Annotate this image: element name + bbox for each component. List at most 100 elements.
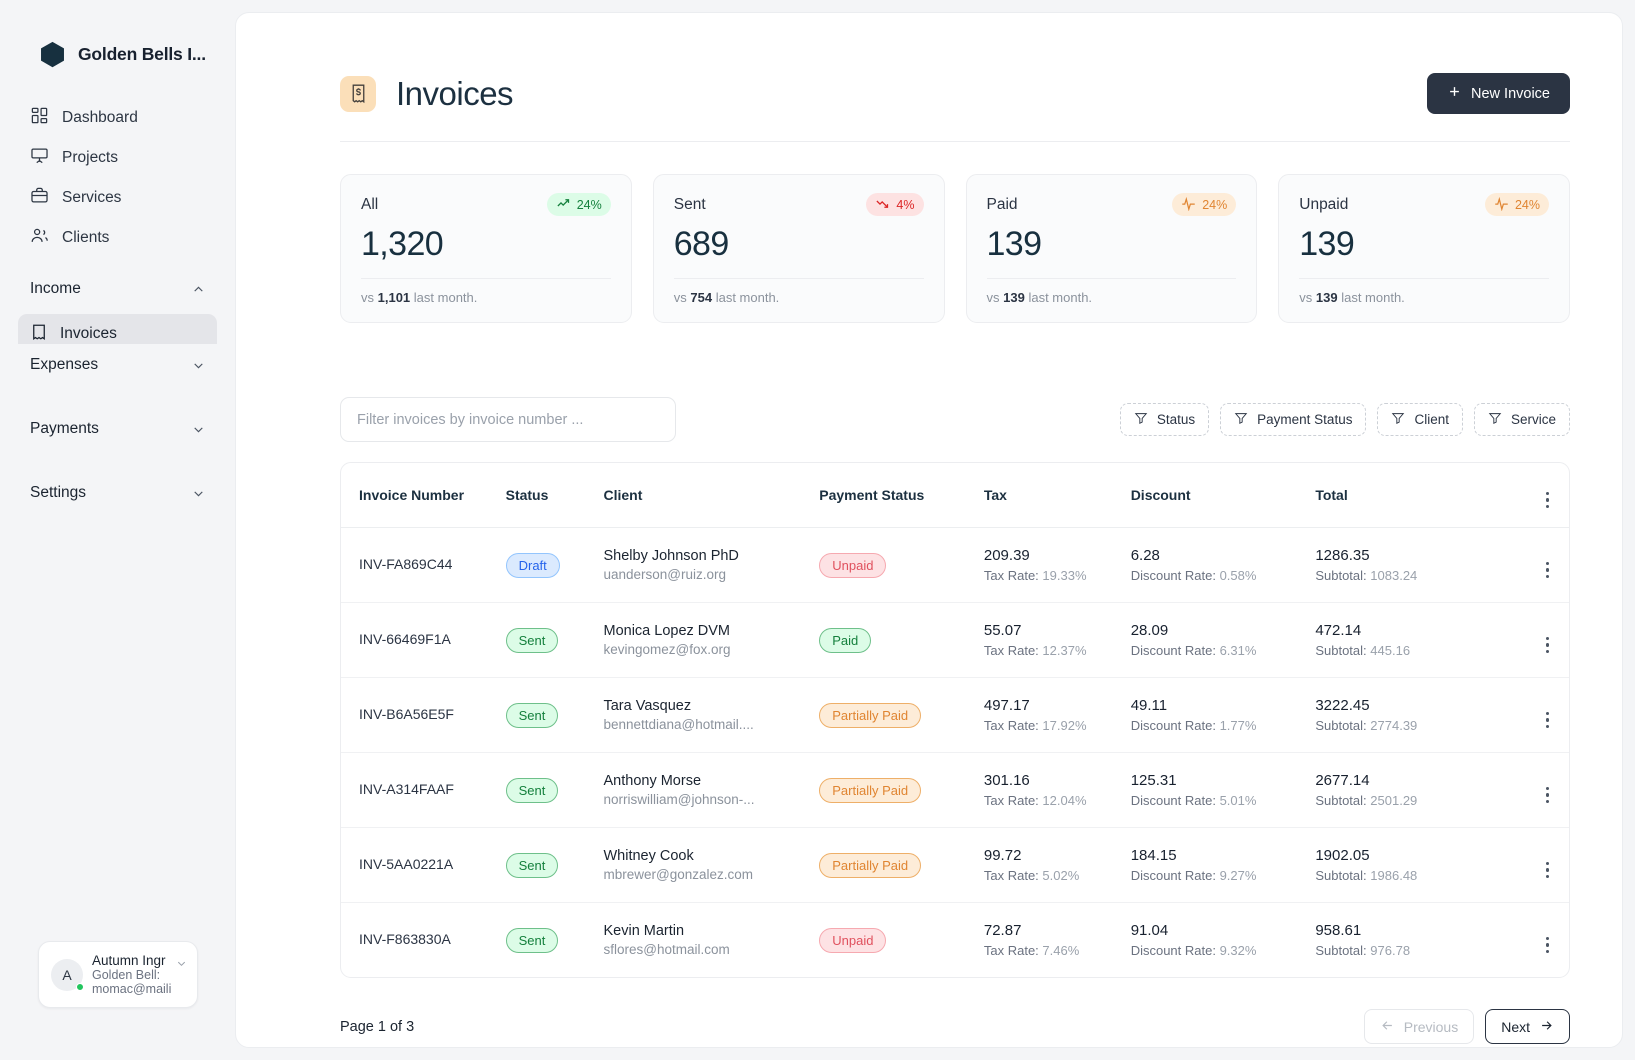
next-page-button[interactable]: Next — [1485, 1009, 1570, 1044]
stat-label: Paid — [986, 195, 1018, 213]
invoice-number: INV-5AA0221A — [359, 856, 454, 872]
client-email: uanderson@ruiz.org — [603, 567, 727, 582]
new-invoice-button[interactable]: New Invoice — [1427, 73, 1570, 114]
sidebar-group-expenses[interactable]: Expenses — [18, 344, 217, 386]
discount-rate-label: Discount Rate: — [1130, 943, 1216, 958]
page-title: Invoices — [396, 74, 514, 112]
table-row[interactable]: INV-F863830A Sent Kevin Martin sflores@h… — [341, 903, 1569, 978]
stat-delta: 24% — [1202, 197, 1228, 212]
subtotal-value: 445.16 — [1370, 643, 1411, 658]
status-badge: 24% — [1484, 193, 1549, 216]
filter-chip-payment-status[interactable]: Payment Status — [1220, 403, 1367, 436]
brand[interactable]: Golden Bells I... — [0, 0, 235, 69]
user-info: Autumn Ingr Golden Bell: momac@maili — [92, 953, 171, 996]
activity-icon — [1181, 196, 1196, 214]
sidebar-group-income[interactable]: Income — [18, 268, 217, 310]
tax-rate-value: 12.37% — [1042, 643, 1087, 658]
projects-icon — [30, 146, 49, 170]
stat-footer: vs 1,101 last month. — [361, 290, 611, 305]
table-row[interactable]: INV-66469F1A Sent Monica Lopez DVM kevin… — [341, 602, 1569, 678]
filter-chip-service[interactable]: Service — [1473, 403, 1570, 436]
sidebar-item-clients[interactable]: Clients — [18, 218, 217, 258]
activity-icon — [1494, 196, 1509, 214]
payment-status-badge: Unpaid — [819, 927, 887, 953]
table-header-row: Invoice Number Status Client Payment Sta… — [341, 463, 1569, 528]
column-header-client[interactable]: Client — [603, 463, 820, 528]
total-amount: 472.14 — [1315, 622, 1362, 639]
subtotal-label: Subtotal: — [1315, 718, 1367, 733]
stat-value: 1,320 — [361, 225, 444, 263]
previous-page-button[interactable]: Previous — [1363, 1009, 1475, 1044]
clients-icon — [30, 226, 49, 250]
table-row[interactable]: INV-B6A56E5F Sent Tara Vasquez bennettdi… — [341, 677, 1569, 753]
header-divider — [340, 141, 1570, 142]
cell-payment-status: Partially Paid — [819, 827, 984, 903]
cell-discount: 49.11 Discount Rate: 1.77% — [1130, 677, 1316, 753]
subtotal: Subtotal: 1083.24 — [1315, 568, 1506, 583]
stat-footer-prefix: vs — [986, 290, 1000, 305]
sidebar-group-settings[interactable]: Settings — [18, 472, 217, 514]
column-header-total[interactable]: Total — [1315, 463, 1507, 528]
column-header-discount[interactable]: Discount — [1130, 463, 1316, 528]
status-badge: Sent — [505, 927, 559, 953]
stat-footer-value: 754 — [690, 290, 713, 305]
user-profile-card[interactable]: A Autumn Ingr Golden Bell: momac@maili — [38, 941, 198, 1008]
cell-client: Anthony Morse norriswilliam@johnson-... — [603, 752, 820, 828]
sidebar-item-projects[interactable]: Projects — [18, 138, 217, 178]
user-email: momac@maili — [92, 982, 172, 996]
table-row[interactable]: INV-FA869C44 Draft Shelby Johnson PhD ua… — [341, 527, 1569, 603]
column-header-payment-status[interactable]: Payment Status — [819, 463, 984, 528]
discount-rate: Discount Rate: 6.31% — [1131, 643, 1316, 658]
more-vertical-icon[interactable] — [1545, 636, 1549, 653]
cell-invoice-number: INV-A314FAAF — [341, 752, 506, 828]
stat-divider — [673, 278, 924, 279]
table-row[interactable]: INV-5AA0221A Sent Whitney Cook mbrewer@g… — [341, 827, 1569, 903]
sidebar-item-label: Invoices — [60, 325, 117, 342]
column-header-status[interactable]: Status — [505, 463, 604, 528]
status-badge: Sent — [505, 777, 559, 803]
stat-footer: vs 754 last month. — [674, 290, 924, 305]
filter-chip-client[interactable]: Client — [1377, 403, 1463, 436]
more-vertical-icon[interactable] — [1545, 561, 1549, 578]
discount-amount: 6.28 — [1130, 547, 1160, 564]
discount-amount: 28.09 — [1130, 622, 1169, 639]
column-header-invoice-number[interactable]: Invoice Number — [341, 463, 506, 528]
stat-divider — [1299, 278, 1549, 279]
user-name: Autumn Ingr — [92, 953, 166, 968]
cell-total: 472.14 Subtotal: 445.16 — [1315, 602, 1507, 678]
sidebar-group-payments[interactable]: Payments — [18, 408, 217, 450]
tax-rate-label: Tax Rate: — [983, 568, 1039, 583]
sidebar-item-services[interactable]: Services — [18, 178, 217, 218]
page-content: Invoices New Invoice All 24% 1,320 vs 1,… — [236, 13, 1622, 1044]
table-row[interactable]: INV-A314FAAF Sent Anthony Morse norriswi… — [341, 752, 1569, 828]
pagination: Page 1 of 3 Previous Next — [340, 1009, 1570, 1044]
stat-label: All — [361, 195, 379, 213]
discount-amount: 49.11 — [1130, 697, 1168, 714]
column-header-tax[interactable]: Tax — [983, 463, 1131, 528]
discount-rate: Discount Rate: 5.01% — [1131, 793, 1316, 808]
chevron-down-icon[interactable] — [176, 956, 187, 967]
more-vertical-icon[interactable] — [1545, 711, 1549, 728]
more-vertical-icon[interactable] — [1545, 491, 1549, 508]
payment-status-badge: Partially Paid — [819, 777, 922, 803]
status-badge: 24% — [1172, 193, 1237, 216]
discount-rate-label: Discount Rate: — [1130, 793, 1216, 808]
pagination-buttons: Previous Next — [1363, 1009, 1570, 1044]
discount-rate-value: 5.01% — [1219, 793, 1257, 808]
sidebar-item-invoices[interactable]: Invoices — [18, 314, 217, 344]
discount-rate-label: Discount Rate: — [1130, 868, 1216, 883]
payment-status-badge: Paid — [819, 627, 872, 653]
sidebar-item-dashboard[interactable]: Dashboard — [18, 98, 217, 138]
tax-amount: 55.07 — [983, 622, 1022, 639]
more-vertical-icon[interactable] — [1545, 786, 1549, 803]
cell-tax: 497.17 Tax Rate: 17.92% — [983, 677, 1131, 753]
sidebar-item-label: Services — [62, 189, 122, 206]
filter-chip-status[interactable]: Status — [1119, 403, 1210, 436]
more-vertical-icon[interactable] — [1545, 936, 1549, 953]
search-input[interactable] — [340, 397, 676, 442]
subtotal-label: Subtotal: — [1315, 943, 1367, 958]
discount-rate-value: 9.27% — [1219, 868, 1257, 883]
total-amount: 3222.45 — [1315, 697, 1370, 714]
services-icon — [30, 186, 49, 210]
more-vertical-icon[interactable] — [1545, 861, 1549, 878]
